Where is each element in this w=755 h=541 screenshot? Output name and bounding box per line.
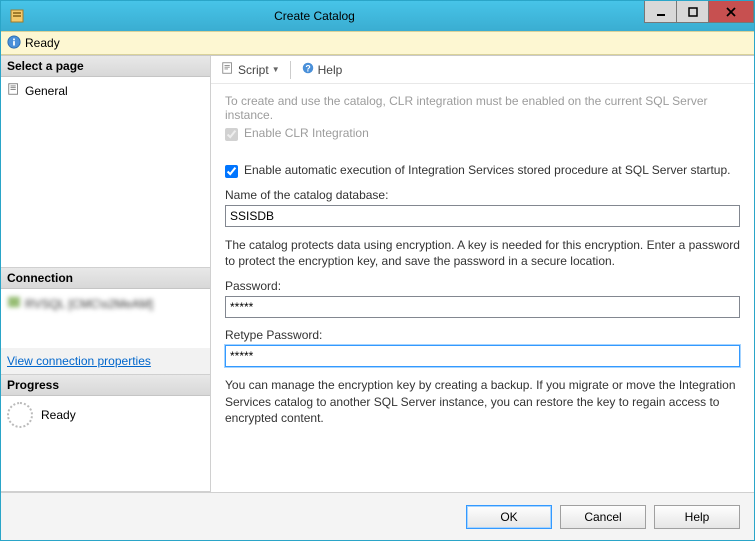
encryption-desc: The catalog protects data using encrypti… [225, 237, 740, 269]
script-icon [221, 61, 235, 78]
retype-password-input[interactable] [225, 345, 740, 367]
page-item-general[interactable]: General [7, 81, 204, 100]
close-button[interactable] [708, 1, 754, 23]
help-label: Help [318, 63, 343, 77]
password-input[interactable] [225, 296, 740, 318]
backup-desc: You can manage the encryption key by cre… [225, 377, 740, 426]
main-panel: Script ▼ ? Help To create and use the ca… [211, 56, 754, 492]
page-list: General [1, 77, 210, 267]
sidebar: Select a page General Connection [1, 56, 211, 492]
maximize-button[interactable] [676, 1, 708, 23]
page-item-label: General [25, 84, 68, 98]
retype-password-label: Retype Password: [225, 328, 740, 342]
intro-text: To create and use the catalog, CLR integ… [225, 94, 740, 122]
window-controls [644, 1, 754, 23]
select-page-section: Select a page General [1, 56, 210, 268]
view-connection-properties-link[interactable]: View connection properties [1, 348, 210, 374]
connection-server: RVSQL [CMC\s2MeAM] [7, 293, 204, 314]
help-icon: ? [301, 61, 315, 78]
progress-text: Ready [41, 408, 76, 422]
help-button[interactable]: ? Help [297, 59, 347, 80]
enable-clr-checkbox [225, 128, 238, 141]
titlebar: Create Catalog [1, 1, 754, 31]
status-text: Ready [25, 36, 60, 50]
script-label: Script [238, 63, 269, 77]
enable-auto-label: Enable automatic execution of Integratio… [244, 163, 731, 177]
page-icon [7, 82, 21, 99]
toolbar-separator [290, 61, 291, 79]
enable-auto-row: Enable automatic execution of Integratio… [225, 163, 740, 178]
progress-body: Ready [1, 396, 210, 434]
script-button[interactable]: Script ▼ [217, 59, 284, 80]
select-page-header: Select a page [1, 56, 210, 77]
status-bar: Ready [1, 31, 754, 55]
window-title: Create Catalog [0, 9, 644, 23]
db-name-input[interactable] [225, 205, 740, 227]
help-footer-button[interactable]: Help [654, 505, 740, 529]
progress-section: Progress Ready [1, 375, 210, 492]
ok-button[interactable]: OK [466, 505, 552, 529]
form-area: To create and use the catalog, CLR integ… [211, 84, 754, 492]
info-icon [7, 35, 21, 52]
cancel-button[interactable]: Cancel [560, 505, 646, 529]
toolbar: Script ▼ ? Help [211, 56, 754, 84]
svg-text:?: ? [305, 64, 310, 74]
enable-clr-row: Enable CLR Integration [225, 126, 740, 141]
minimize-button[interactable] [644, 1, 676, 23]
dialog-window: Create Catalog Ready Select a page [0, 0, 755, 541]
db-name-label: Name of the catalog database: [225, 188, 740, 202]
dropdown-arrow-icon: ▼ [272, 65, 280, 74]
footer: OK Cancel Help [1, 492, 754, 540]
server-name: RVSQL [CMC\s2MeAM] [25, 297, 153, 311]
progress-spinner-icon [7, 402, 33, 428]
connection-header: Connection [1, 268, 210, 289]
server-icon [7, 295, 21, 312]
password-label: Password: [225, 279, 740, 293]
enable-auto-checkbox[interactable] [225, 165, 238, 178]
connection-body: RVSQL [CMC\s2MeAM] [1, 289, 210, 318]
connection-section: Connection RVSQL [CMC\s2MeAM] View conne… [1, 268, 210, 375]
content-area: Select a page General Connection [1, 55, 754, 492]
enable-clr-label: Enable CLR Integration [244, 126, 369, 140]
progress-header: Progress [1, 375, 210, 396]
